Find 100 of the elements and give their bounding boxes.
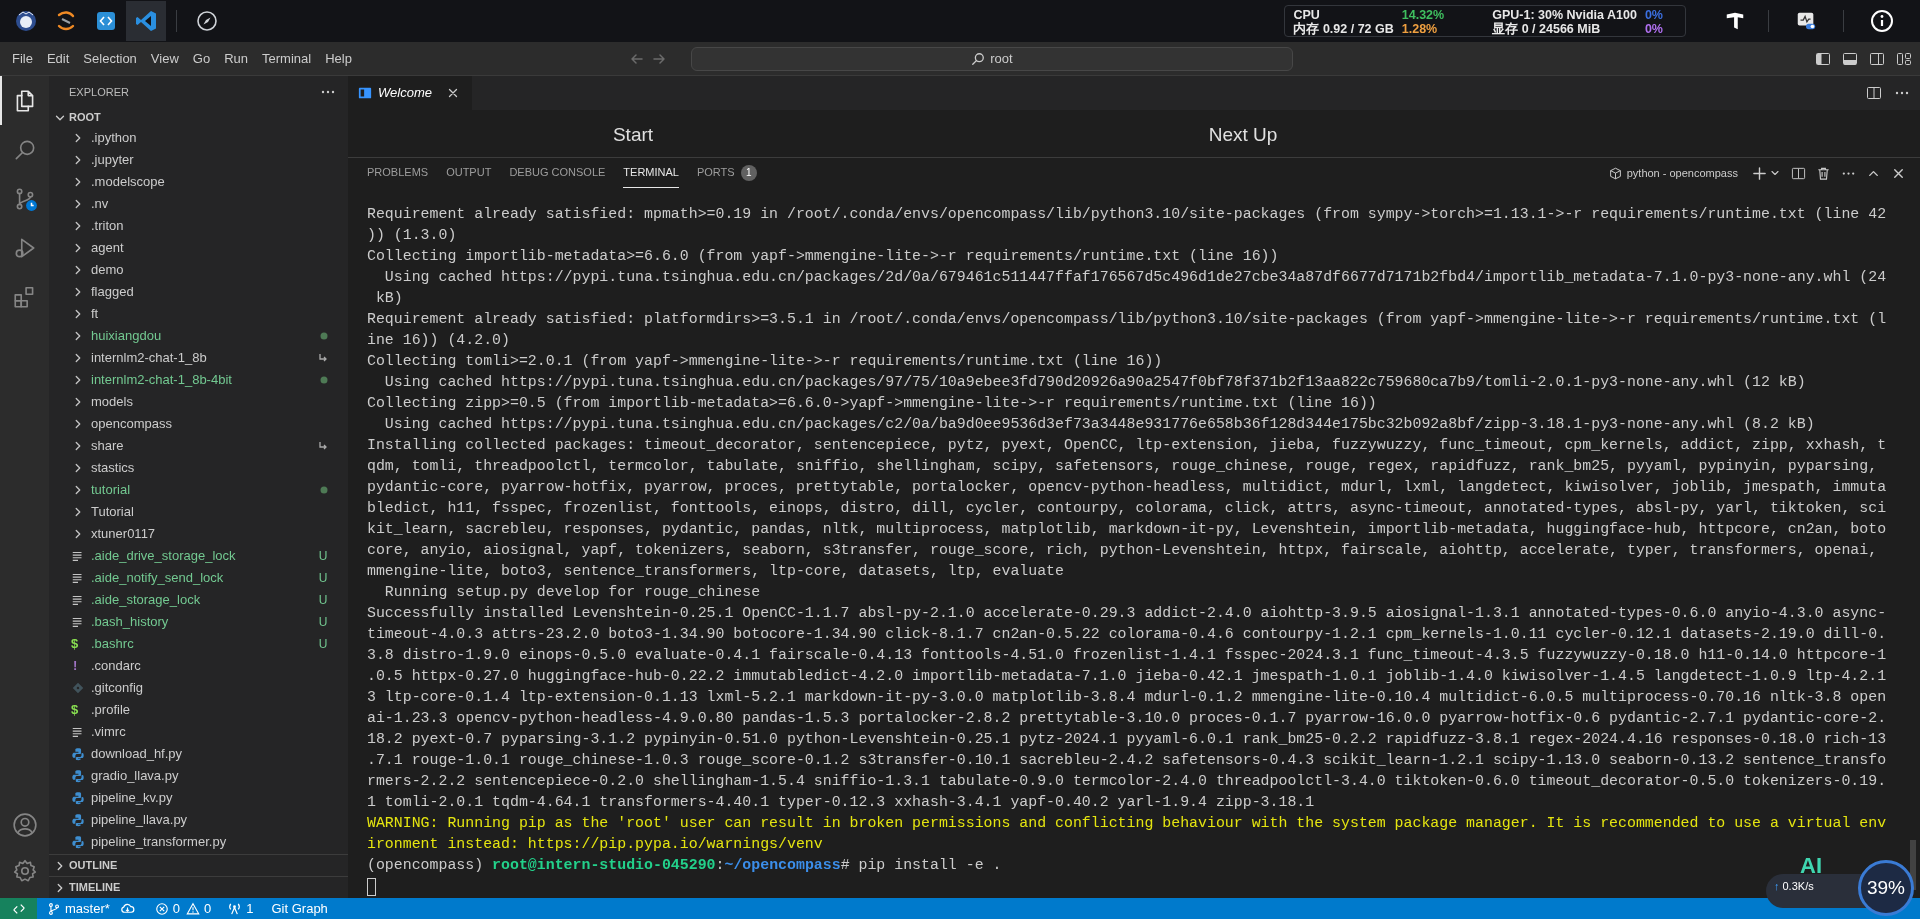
- tree-item[interactable]: .nv: [49, 193, 348, 215]
- terminal-line: bledict, h11, fsspec, frozenlist, fonttools, einops, distro, dill, cycler, contourpy, colorama, click, attrs, async-timeout, annotated-types, absl-py, yarl, tiktoken, sci: [367, 499, 1887, 518]
- panel-tab[interactable]: TERMINAL: [623, 158, 679, 188]
- tree-item[interactable]: ft: [49, 303, 348, 325]
- tree-item[interactable]: .jupyter: [49, 149, 348, 171]
- terminal-line: Collecting zipp>=0.5 (from importlib-metadata>=6.6.0->yapf->mmengine-lite->-r requirements/runtime.txt (line 16)): [367, 394, 1377, 413]
- trash-icon[interactable]: [1816, 165, 1831, 181]
- remote-icon: [11, 901, 26, 916]
- tree-root-header[interactable]: ROOT: [49, 108, 348, 127]
- warning-line: ironment instead: https://pip.pypa.io/warnings/venv: [367, 835, 823, 854]
- git-status-letter: U: [318, 570, 328, 587]
- tree-item[interactable]: pipeline_llava.py: [49, 809, 348, 831]
- tree-item[interactable]: $ .bashrc U: [49, 633, 348, 655]
- ai-label: AI: [1800, 852, 1822, 880]
- tree-item[interactable]: .gitconfig: [49, 677, 348, 699]
- tree-item[interactable]: internlm2-chat-1_8b: [49, 347, 348, 369]
- panel-tab[interactable]: OUTPUT: [446, 158, 492, 188]
- diamond-icon: [71, 681, 85, 695]
- git-status-letter: U: [318, 548, 328, 565]
- tree-item[interactable]: share: [49, 435, 348, 457]
- problems-indicator[interactable]: 0 0: [154, 898, 212, 919]
- section-heading: Next Up: [1207, 123, 1279, 147]
- info-icon[interactable]: [1870, 9, 1894, 33]
- split-terminal-icon[interactable]: [1791, 165, 1806, 181]
- menu-item[interactable]: Help: [318, 45, 359, 72]
- tree-item[interactable]: .aide_notify_send_lock U: [49, 567, 348, 589]
- terminal-cursor: [367, 877, 376, 896]
- panel-tab[interactable]: PORTS 1: [696, 158, 757, 188]
- terminal-line: kB): [374, 289, 403, 308]
- terminal-line: Running setup.py develop for rouge_chinese: [383, 583, 761, 602]
- menu-item[interactable]: Go: [185, 45, 218, 72]
- editor-tab[interactable]: Welcome: [348, 76, 472, 110]
- terminal-selector[interactable]: python - opencompass: [1608, 164, 1738, 182]
- tree-item[interactable]: stastics: [49, 457, 348, 479]
- menu-item[interactable]: File: [5, 45, 40, 72]
- terminal-line: pydantic-core, pyarrow-hotfix, pyarrow, proces, prettytable, portalocker, opencv-python-headless, multidict, mdurl, lxml, langdetect, kiwisolver, joblib, jmespath, immuta: [367, 478, 1887, 497]
- tree-item[interactable]: flagged: [49, 281, 348, 303]
- toggle-sidebar-icon[interactable]: [1815, 50, 1831, 67]
- lines-icon: [71, 593, 85, 607]
- settings-icon[interactable]: [11, 858, 38, 884]
- customize-layout-icon[interactable]: [1896, 50, 1912, 67]
- remote-indicator[interactable]: [0, 898, 37, 919]
- menu-item[interactable]: Edit: [39, 45, 77, 72]
- tree-item[interactable]: huixiangdou: [49, 325, 348, 347]
- tree-item[interactable]: tutorial: [49, 479, 348, 501]
- terminal-line: .7.1 rouge-1.0.1 rouge_chinese-1.0.3 rouge_score-0.1.2 s3transfer-0.10.1 sacrebleu-2.4.2 safetensors-0.4.3 scikit_learn-1.2.1 scipy-1.13.0 seaborn-0.13.2 sentence_transfo: [367, 751, 1887, 770]
- tree-item[interactable]: models: [49, 391, 348, 413]
- section-heading: Start: [611, 123, 655, 147]
- tree-item[interactable]: $ .profile: [49, 699, 348, 721]
- tree-item[interactable]: .bash_history U: [49, 611, 348, 633]
- memory-value: 1.28%: [1401, 22, 1439, 36]
- panel-tab[interactable]: PROBLEMS: [367, 158, 429, 188]
- monitor-icon[interactable]: [1795, 10, 1817, 32]
- code-icon: [94, 9, 118, 33]
- plus-icon[interactable]: [1752, 165, 1767, 181]
- menu-item[interactable]: Terminal: [255, 45, 319, 72]
- lines-icon: [71, 615, 85, 629]
- cloud-sync-icon[interactable]: [119, 901, 135, 916]
- split-editor-icon[interactable]: [1866, 85, 1882, 101]
- cpu-value: 14.32%: [1401, 8, 1446, 22]
- section-header[interactable]: OUTLINE: [49, 854, 348, 876]
- tree-item[interactable]: agent: [49, 237, 348, 259]
- ports-indicator[interactable]: 1: [227, 898, 254, 919]
- lines-icon: [71, 725, 85, 739]
- branch-indicator[interactable]: master*: [47, 898, 110, 919]
- tree-item[interactable]: gradio_llava.py: [49, 765, 348, 787]
- tree-item[interactable]: pipeline_transformer.py: [49, 831, 348, 853]
- tree-item[interactable]: opencompass: [49, 413, 348, 435]
- terminal-line: core, anyio, aiosignal, yapf, tokenizers, seaborn, s3transfer, rouge_score, rich, python-Levenshtein, httpx, fairscale, aiohttp, accelerate, typer, transformers, openai,: [367, 541, 1878, 560]
- cube-icon: [1608, 166, 1622, 180]
- tree-item[interactable]: .modelscope: [49, 171, 348, 193]
- vram-value: 0%: [1644, 22, 1664, 36]
- tree-item[interactable]: Tutorial: [49, 501, 348, 523]
- panel-tab[interactable]: DEBUG CONSOLE: [509, 158, 606, 188]
- tree-item[interactable]: demo: [49, 259, 348, 281]
- tree-item[interactable]: pipeline_kv.py: [49, 787, 348, 809]
- scrollbar-thumb[interactable]: [1910, 840, 1916, 890]
- git-graph-button[interactable]: Git Graph: [271, 898, 328, 919]
- terminal-line: Using cached https://pypi.tuna.tsinghua.edu.cn/packages/2d/0a/679461c511447ffaf176567d5c496d1de27cbe34a87df6677d7171b2fbd4/importlib_metadata-7.1.0-py3-none-any.whl (24: [383, 268, 1887, 287]
- search-field[interactable]: root: [690, 46, 1293, 71]
- tree-item[interactable]: internlm2-chat-1_8b-4bit: [49, 369, 348, 391]
- tree-item[interactable]: .vimrc: [49, 721, 348, 743]
- count-badge: 1: [740, 164, 757, 181]
- toggle-panel-icon[interactable]: [1842, 50, 1858, 67]
- vram-label: 显存 0 / 24566 MiB: [1492, 22, 1602, 36]
- menu-item[interactable]: Run: [217, 45, 255, 72]
- terminal-line: Using cached https://pypi.tuna.tsinghua.edu.cn/packages/97/75/10a9ebee3fd790d20926a90a2547f0bf78f371b2f13aa822c759680ca7b9/tomli-2.0.1-py3-none-any.whl (12 kB): [383, 373, 1806, 392]
- menu-item[interactable]: Selection: [76, 45, 144, 72]
- menu-item[interactable]: View: [143, 45, 186, 72]
- account-icon[interactable]: [11, 812, 38, 838]
- tree-item[interactable]: xtuner0117: [49, 523, 348, 545]
- terminal-line: Collecting tomli>=2.0.1 (from yapf->mmengine-lite->-r requirements/runtime.txt (line 16)): [367, 352, 1163, 371]
- tree-item[interactable]: download_hf.py: [49, 743, 348, 765]
- tree-item[interactable]: .aide_storage_lock U: [49, 589, 348, 611]
- tree-item[interactable]: .aide_drive_storage_lock U: [49, 545, 348, 567]
- tree-item[interactable]: .ipython: [49, 127, 348, 149]
- toggle-secondary-sidebar-icon[interactable]: [1869, 50, 1885, 67]
- tree-item[interactable]: .triton: [49, 215, 348, 237]
- terminal-line: mmengine-lite, boto3, sentence_transformers, ltp-core, datasets, ltp, evaluate: [367, 562, 1064, 581]
- tree-item[interactable]: ! .condarc: [49, 655, 348, 677]
